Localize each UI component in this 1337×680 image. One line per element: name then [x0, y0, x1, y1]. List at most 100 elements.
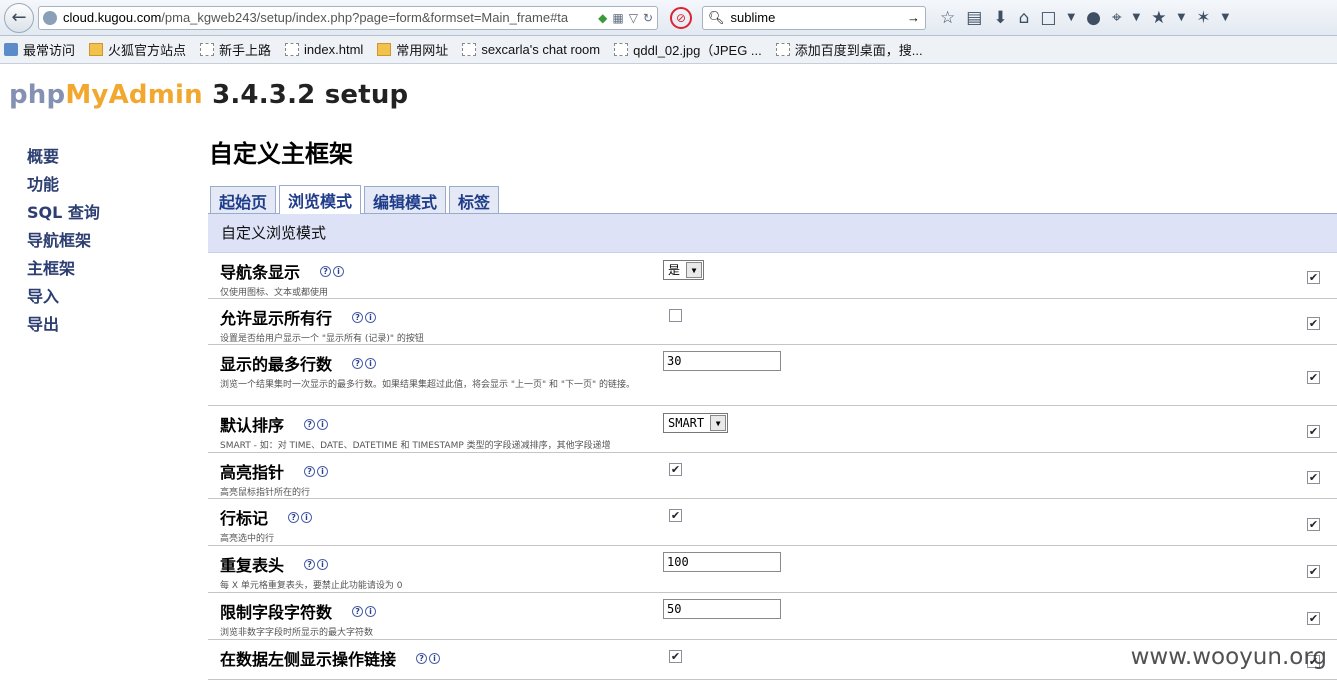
info-icon[interactable]: i [365, 606, 376, 617]
tab-bar: 起始页 浏览模式 编辑模式 标签 [208, 184, 1337, 213]
section-title: 自定义浏览模式 [208, 214, 1337, 253]
setting-description: SMART - 如：对 TIME、DATE、DATETIME 和 TIMESTA… [220, 439, 663, 453]
page-icon [776, 43, 790, 56]
addon-star-icon[interactable]: ★ [1151, 8, 1166, 28]
setting-checkbox[interactable]: ✔ [669, 463, 682, 476]
info-icon[interactable]: i [317, 559, 328, 570]
help-icons: ?i [304, 419, 328, 430]
setting-control: SMART▼ [663, 412, 728, 433]
shield-icon[interactable]: ◆ [598, 11, 607, 25]
bookmark-item[interactable]: 新手上路 [200, 40, 271, 59]
use-default-checkbox[interactable]: ✔ [1307, 271, 1320, 284]
star-icon[interactable]: ☆ [940, 8, 955, 28]
block-icon[interactable]: ⊘ [670, 7, 692, 29]
use-default-checkbox[interactable]: ✔ [1307, 471, 1320, 484]
bookmark-item[interactable]: 最常访问 [4, 40, 75, 59]
use-default-checkbox[interactable]: ✔ [1307, 371, 1320, 384]
setting-select[interactable]: 是▼ [663, 260, 704, 280]
documentation-icon[interactable]: ? [304, 559, 315, 570]
sidebar-item-sql-query[interactable]: SQL 查询 [27, 202, 100, 230]
chevron-down-icon[interactable]: ▼ [1221, 12, 1229, 23]
documentation-icon[interactable]: ? [352, 358, 363, 369]
page-icon[interactable]: □ [1040, 8, 1056, 28]
use-default-checkbox[interactable]: ✔ [1307, 317, 1320, 330]
setting-checkbox[interactable]: ✔ [669, 509, 682, 522]
reload-icon[interactable]: ↻ [643, 11, 653, 25]
bookmark-item[interactable]: sexcarla's chat room [462, 42, 600, 57]
info-icon[interactable]: i [429, 653, 440, 664]
tab-tabs[interactable]: 标签 [449, 186, 499, 213]
documentation-icon[interactable]: ? [304, 419, 315, 430]
setting-row: 导航条显示?i仅使用图标、文本或都使用是▼✔ [208, 253, 1337, 299]
globe-icon [43, 11, 57, 25]
setting-checkbox[interactable]: ✔ [669, 650, 682, 663]
documentation-icon[interactable]: ? [288, 512, 299, 523]
sidebar-item-export[interactable]: 导出 [27, 314, 100, 342]
bookmark-item[interactable]: 火狐官方站点 [89, 40, 186, 59]
use-default-checkbox[interactable]: ✔ [1307, 612, 1320, 625]
bookmark-item[interactable]: index.html [285, 42, 363, 57]
documentation-icon[interactable]: ? [416, 653, 427, 664]
info-icon[interactable]: i [365, 312, 376, 323]
qr-code-icon[interactable]: ▦ [612, 11, 623, 25]
use-default-checkbox[interactable]: ✔ [1307, 518, 1320, 531]
crop-icon[interactable]: ⌖ [1112, 8, 1122, 28]
documentation-icon[interactable]: ? [352, 312, 363, 323]
clipboard-icon[interactable]: ▤ [966, 8, 982, 28]
use-default-checkbox[interactable]: ✔ [1307, 565, 1320, 578]
info-icon[interactable]: i [365, 358, 376, 369]
setting-description: 浏览一个结果集时一次显示的最多行数。如果结果集超过此值，将会显示 "上一页" 和… [220, 378, 663, 392]
bookmark-item[interactable]: qddl_02.jpg（JPEG ... [614, 40, 762, 59]
sidebar-item-features[interactable]: 功能 [27, 174, 100, 202]
sidebar-item-import[interactable]: 导入 [27, 286, 100, 314]
download-icon[interactable]: ⬇ [993, 8, 1007, 28]
setting-select[interactable]: SMART▼ [663, 413, 728, 433]
home-icon[interactable]: ⌂ [1019, 8, 1030, 28]
bookmark-item[interactable]: 常用网址 [377, 40, 448, 59]
setting-description: 仅使用图标、文本或都使用 [220, 286, 663, 300]
sidebar-item-main-frame[interactable]: 主框架 [27, 258, 100, 286]
info-icon[interactable]: i [317, 419, 328, 430]
info-icon[interactable]: i [301, 512, 312, 523]
back-arrow-icon[interactable]: ← [4, 3, 34, 33]
documentation-icon[interactable]: ? [320, 266, 331, 277]
tab-browse-mode[interactable]: 浏览模式 [279, 185, 361, 214]
setting-input[interactable]: 30 [663, 351, 781, 371]
sidebar-item-nav-frame[interactable]: 导航框架 [27, 230, 100, 258]
dropdown-icon[interactable]: ▽ [629, 11, 638, 25]
setting-title: 允许显示所有行?i [220, 305, 663, 329]
documentation-icon[interactable]: ? [352, 606, 363, 617]
setting-label-group: 限制字段字符数?i浏览非数字字段时所显示的最大字符数 [208, 593, 663, 639]
chevron-down-icon[interactable]: ▼ [1067, 12, 1075, 23]
search-bar[interactable]: 🔍︎ sublime → [702, 6, 926, 30]
chevron-down-icon[interactable]: ▼ [1178, 12, 1186, 23]
info-icon[interactable]: i [317, 466, 328, 477]
setting-control: 100 [663, 552, 781, 572]
bug-icon[interactable]: ✶ [1196, 8, 1210, 28]
setting-title-text: 限制字段字符数 [220, 599, 332, 623]
chat-icon[interactable]: ● [1086, 8, 1101, 28]
watermark: www.wooyun.org [1131, 644, 1327, 670]
setting-input[interactable]: 50 [663, 599, 781, 619]
app-title: phpMyAdmin 3.4.3.2 setup [9, 80, 408, 110]
setting-checkbox[interactable] [669, 309, 682, 322]
setting-label-group: 在数据左侧显示操作链接?i [208, 640, 663, 679]
help-icons: ?i [304, 466, 328, 477]
search-input[interactable]: sublime [725, 10, 907, 25]
chevron-down-icon[interactable]: ▼ [1133, 12, 1141, 23]
setting-control [663, 305, 682, 322]
arrow-right-icon[interactable]: → [907, 10, 920, 25]
tab-startup[interactable]: 起始页 [210, 186, 276, 213]
use-default-checkbox[interactable]: ✔ [1307, 425, 1320, 438]
info-icon[interactable]: i [333, 266, 344, 277]
tab-edit-mode[interactable]: 编辑模式 [364, 186, 446, 213]
chevron-down-icon[interactable]: ▼ [686, 262, 702, 278]
documentation-icon[interactable]: ? [304, 466, 315, 477]
main-content: 自定义主框架 起始页 浏览模式 编辑模式 标签 自定义浏览模式 导航条显示?i仅… [208, 134, 1337, 680]
chevron-down-icon[interactable]: ▼ [710, 415, 726, 431]
sidebar-item-overview[interactable]: 概要 [27, 146, 100, 174]
address-bar[interactable]: cloud.kugou.com/pma_kgweb243/setup/index… [38, 6, 658, 30]
setting-input[interactable]: 100 [663, 552, 781, 572]
setting-label-group: 允许显示所有行?i设置是否给用户显示一个 "显示所有 (记录)" 的按钮 [208, 299, 663, 344]
bookmark-item[interactable]: 添加百度到桌面，搜... [776, 40, 923, 59]
